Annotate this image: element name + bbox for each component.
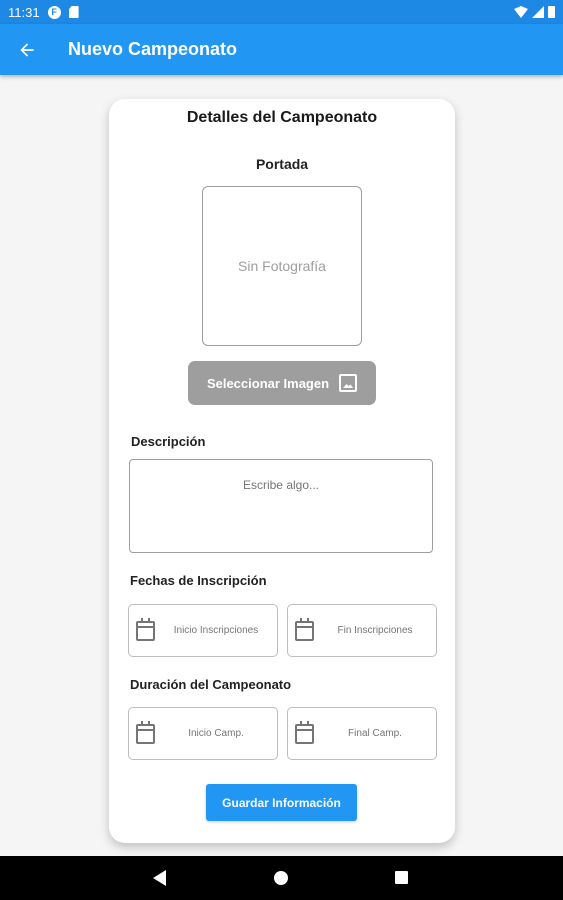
back-button[interactable] xyxy=(0,24,54,75)
status-bar: 11:31 F xyxy=(0,0,563,24)
calendar-icon xyxy=(136,720,155,744)
sd-card-icon xyxy=(68,6,79,18)
arrow-back-icon xyxy=(20,42,34,57)
image-icon xyxy=(339,374,358,392)
championship-start-field[interactable]: Inicio Camp. xyxy=(128,707,278,760)
no-photo-text: Sin Fotografía xyxy=(238,258,326,274)
signal-icon xyxy=(532,6,544,18)
description-label: Descripción xyxy=(131,434,206,449)
description-placeholder: Escribe algo... xyxy=(242,478,320,492)
cover-label: Portada xyxy=(255,156,309,172)
card-title: Detalles del Campeonato xyxy=(186,109,378,126)
app-bar: Nuevo Campeonato xyxy=(0,24,563,75)
championship-duration-label: Duración del Campeonato xyxy=(130,677,292,692)
registration-start-label: Inicio Inscripciones xyxy=(173,625,259,636)
calendar-icon xyxy=(136,617,155,641)
calendar-icon xyxy=(295,720,314,744)
wifi-icon xyxy=(514,6,528,18)
description-field[interactable]: Escribe algo... xyxy=(129,459,433,553)
select-image-label: Seleccionar Imagen xyxy=(206,375,330,391)
navigation-bar xyxy=(0,856,563,900)
registration-start-field[interactable]: Inicio Inscripciones xyxy=(128,604,278,657)
nav-back-icon[interactable] xyxy=(153,870,166,886)
page-title: Nuevo Campeonato xyxy=(68,39,238,59)
registration-end-label: Fin Inscripciones xyxy=(337,625,413,636)
registration-end-field[interactable]: Fin Inscripciones xyxy=(287,604,437,657)
championship-start-label: Inicio Camp. xyxy=(188,728,244,739)
details-card: Detalles del Campeonato Portada Sin Foto… xyxy=(109,99,455,843)
calendar-icon xyxy=(295,617,314,641)
cover-photo-placeholder[interactable]: Sin Fotografía xyxy=(202,186,362,346)
championship-end-label: Final Camp. xyxy=(348,728,402,739)
nav-home-icon[interactable] xyxy=(274,871,288,885)
championship-end-field[interactable]: Final Camp. xyxy=(287,707,437,760)
select-image-button[interactable]: Seleccionar Imagen xyxy=(188,361,376,405)
nav-recents-icon[interactable] xyxy=(395,871,408,884)
app-notification-icon: F xyxy=(47,5,61,19)
battery-icon xyxy=(548,6,555,18)
status-time: 11:31 xyxy=(8,4,40,20)
save-info-button[interactable]: Guardar Información xyxy=(206,784,357,821)
registration-dates-label: Fechas de Inscripción xyxy=(130,573,267,588)
